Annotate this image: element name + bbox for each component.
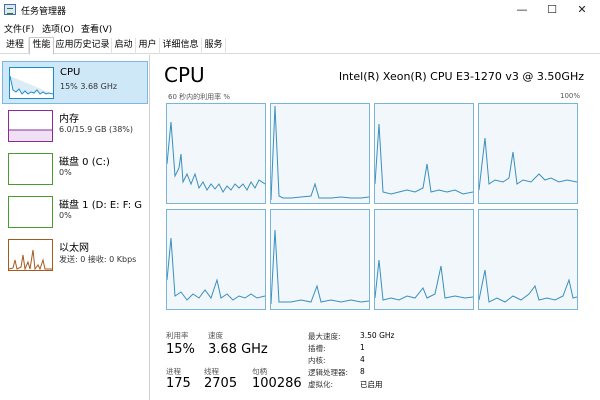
logical-processor-graph: [270, 209, 370, 310]
detail-value: 3.50 GHz: [360, 331, 395, 340]
logical-processor-graph: [166, 103, 266, 204]
sidebar-item-memory[interactable]: 内存 6.0/15.9 GB (38%): [2, 105, 148, 148]
graph-caption: 60 秒内的利用率 %: [168, 93, 231, 101]
close-button[interactable]: ✕: [567, 0, 597, 20]
sidebar-item-value: 0%: [59, 168, 72, 177]
tab-bar: 进程 性能 应用历史记录 启动 用户 详细信息 服务: [0, 37, 600, 55]
tab-processes[interactable]: 进程: [2, 38, 29, 54]
sidebar-item-value: 0%: [59, 211, 72, 220]
memory-graph-icon: [8, 110, 53, 142]
utilization-label: 利用率: [166, 331, 189, 340]
tab-users[interactable]: 用户: [136, 38, 160, 54]
handles-value: 100286: [252, 376, 302, 391]
detail-value: 1: [360, 343, 365, 352]
sidebar-item-cpu[interactable]: CPU 15% 3.68 GHz: [2, 61, 148, 104]
tab-startup[interactable]: 启动: [112, 38, 136, 54]
detail-label: 插槽:: [308, 344, 326, 353]
speed-label: 速度: [208, 331, 223, 340]
detail-label: 逻辑处理器:: [308, 368, 349, 377]
logical-processor-graph: [374, 209, 474, 310]
menu-bar: 文件(F) 选项(O) 查看(V): [0, 20, 600, 36]
sidebar-item-value: 发送: 0 接收: 0 Kbps: [59, 255, 137, 264]
detail-label: 内核:: [308, 356, 326, 365]
logical-processor-graph: [166, 209, 266, 310]
detail-value: 4: [360, 355, 365, 364]
disk-graph-icon: [8, 153, 53, 185]
detail-value: 8: [360, 367, 365, 376]
menu-view[interactable]: 查看(V): [81, 22, 112, 35]
resource-sidebar: CPU 15% 3.68 GHz 内存 6.0/15.9 GB (38%) 磁盘…: [0, 55, 150, 400]
graph-max-label: 100%: [559, 92, 580, 100]
cpu-detail-panel: CPU Intel(R) Xeon(R) CPU E3-1270 v3 @ 3.…: [158, 55, 600, 400]
detail-value: 已启用: [360, 380, 383, 389]
threads-value: 2705: [204, 376, 238, 391]
minimize-button[interactable]: —: [507, 0, 537, 20]
network-graph-icon: [8, 239, 53, 271]
maximize-button[interactable]: ☐: [537, 0, 567, 20]
title-bar: 任务管理器 — ☐ ✕: [0, 0, 600, 20]
task-manager-app-icon: [4, 4, 16, 15]
utilization-value: 15%: [166, 342, 195, 357]
sidebar-item-label: 内存: [59, 114, 79, 125]
sidebar-item-disk-0[interactable]: 磁盘 0 (C:) 0%: [2, 148, 148, 191]
sidebar-item-value: 15% 3.68 GHz: [60, 82, 118, 91]
menu-file[interactable]: 文件(F): [4, 22, 34, 35]
speed-value: 3.68 GHz: [208, 342, 268, 357]
tab-services[interactable]: 服务: [202, 38, 226, 54]
tab-details[interactable]: 详细信息: [160, 38, 202, 54]
sidebar-item-value: 6.0/15.9 GB (38%): [59, 125, 134, 134]
sidebar-item-label: 磁盘 0 (C:): [59, 157, 110, 168]
window-title: 任务管理器: [21, 7, 67, 17]
sidebar-item-label: CPU: [60, 67, 81, 78]
sidebar-item-label: 以太网: [59, 243, 89, 254]
detail-label: 最大速度:: [308, 332, 341, 341]
logical-processor-graph: [478, 209, 578, 310]
cpu-graph-icon: [9, 67, 54, 99]
menu-options[interactable]: 选项(O): [42, 22, 74, 35]
logical-processor-graph: [374, 103, 474, 204]
sidebar-item-ethernet[interactable]: 以太网 发送: 0 接收: 0 Kbps: [2, 234, 148, 277]
logical-processor-graph: [270, 103, 370, 204]
page-title: CPU: [164, 63, 205, 87]
logical-processor-graph: [478, 103, 578, 204]
processes-value: 175: [166, 376, 191, 391]
tab-performance[interactable]: 性能: [29, 37, 54, 55]
cpu-model-name: Intel(R) Xeon(R) CPU E3-1270 v3 @ 3.50GH…: [338, 70, 584, 83]
disk-graph-icon: [8, 196, 53, 228]
sidebar-item-disk-1[interactable]: 磁盘 1 (D: E: F: G 0%: [2, 191, 148, 234]
tab-app-history[interactable]: 应用历史记录: [54, 38, 112, 54]
detail-label: 虚拟化:: [308, 380, 334, 389]
sidebar-item-label: 磁盘 1 (D: E: F: G: [59, 200, 143, 211]
